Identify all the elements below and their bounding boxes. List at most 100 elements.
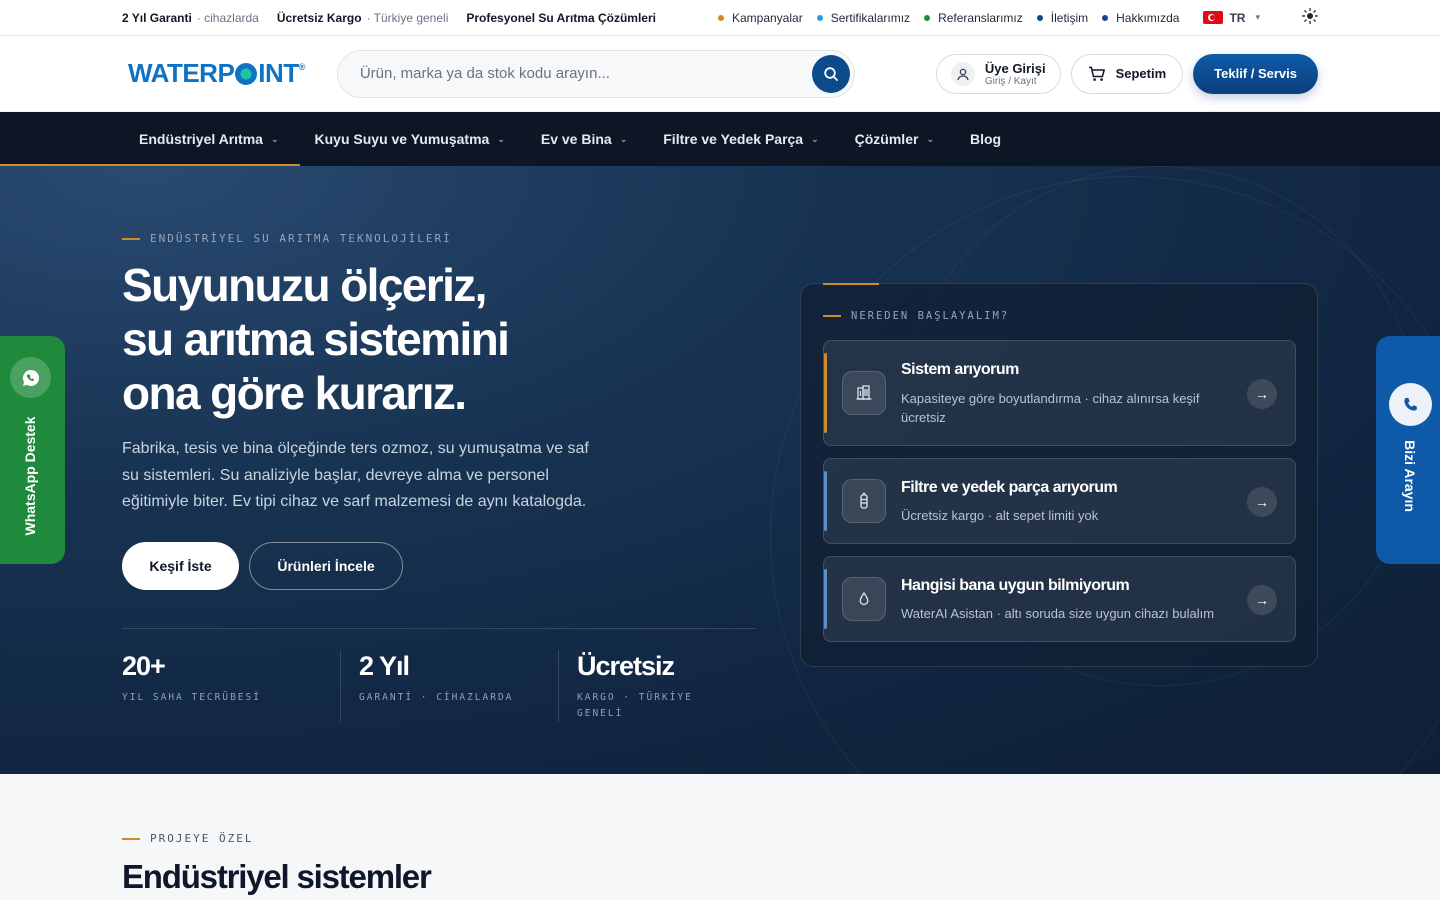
stat-label: KARGO · TÜRKİYE GENELİ (577, 692, 693, 719)
nav-label: Çözümler (854, 131, 919, 147)
language-selector[interactable]: TR ▾ (1193, 11, 1260, 25)
chevron-down-icon: ⌄ (811, 133, 819, 144)
language-code: TR (1229, 10, 1246, 25)
section-eyebrow-text: PROJEYE ÖZEL (150, 832, 254, 845)
search-input[interactable] (359, 65, 812, 82)
hero-title: Suyunuzu ölçeriz, su arıtma sistemini on… (122, 258, 510, 420)
topbar-tagline: Profesyonel Su Arıtma Çözümleri (466, 10, 656, 25)
link-references[interactable]: Referanslarımız (924, 11, 1023, 25)
turkey-flag-icon (1203, 11, 1224, 24)
search-button[interactable] (811, 54, 850, 93)
option-title: Filtre ve yedek parça arıyorum (901, 479, 1118, 496)
where-to-start-panel: NEREDEN BAŞLAYALIM? Sistem arıyorum Kapa… (800, 283, 1318, 667)
eyebrow-bar (823, 315, 841, 317)
stat-value: 20+ (122, 651, 166, 681)
hero-title-line: Suyunuzu ölçeriz, (122, 259, 487, 311)
search-box (336, 49, 855, 98)
chevron-down-icon: ⌄ (497, 133, 505, 144)
chevron-down-icon: ⌄ (619, 133, 628, 144)
link-certificates[interactable]: Sertifikalarımız (816, 11, 910, 25)
section-title: Endüstriyel sistemler (122, 858, 432, 895)
water-drop-icon (842, 577, 886, 621)
topbar-shipping: Ücretsiz Kargo (276, 10, 362, 25)
building-icon (842, 371, 886, 415)
stat-shipping: Ücretsiz KARGO · TÜRKİYE GENELİ (558, 650, 776, 722)
arrow-right-icon: → (1247, 487, 1277, 517)
panel-accent-line (823, 283, 879, 285)
quote-service-button[interactable]: Teklif / Servis (1193, 53, 1318, 94)
nav-home-building[interactable]: Ev ve Bina ⌄ (541, 131, 627, 147)
topbar-warranty: 2 Yıl Garanti (122, 10, 192, 25)
option-subtitle: WaterAI Asistan · altı soruda size uygun… (901, 606, 1215, 621)
hero-eyebrow-text: ENDÜSTRİYEL SU ARITMA TEKNOLOJİLERİ (150, 232, 452, 245)
option-system[interactable]: Sistem arıyorum Kapasiteye göre boyutlan… (823, 340, 1296, 446)
chevron-down-icon: ⌄ (926, 133, 934, 144)
nav-industrial-treatment[interactable]: Endüstriyel Arıtma ⌄ (139, 131, 279, 147)
search-icon (824, 66, 838, 81)
cart-button[interactable]: Sepetim (1070, 53, 1184, 94)
call-us-tab[interactable]: Bizi Arayın (1376, 336, 1440, 564)
chevron-down-icon: ⌄ (270, 133, 279, 144)
option-accent (824, 471, 827, 531)
whatsapp-support-tab[interactable]: WhatsApp Destek (0, 336, 65, 564)
call-label: Bizi Arayın (1402, 440, 1418, 512)
nav-solutions[interactable]: Çözümler ⌄ (855, 131, 934, 147)
top-info-bar: 2 Yıl Garanti · cihazlarda Ücretsiz Karg… (0, 0, 1440, 36)
stat-warranty: 2 Yıl GARANTİ · CİHAZLARDA (340, 650, 558, 722)
nav-label: Filtre ve Yedek Parça (663, 131, 804, 147)
request-survey-button[interactable]: Keşif İste (122, 542, 239, 590)
theme-toggle-sun-icon[interactable] (1302, 8, 1318, 27)
dot-icon (924, 14, 931, 21)
stat-value: 2 Yıl (359, 651, 410, 681)
cart-label: Sepetim (1115, 66, 1167, 81)
cart-icon (1088, 66, 1105, 81)
link-label: Hakkımızda (1116, 10, 1180, 25)
dot-icon (816, 14, 823, 21)
arrow-right-icon: → (1247, 585, 1277, 615)
link-campaigns[interactable]: Kampanyalar (717, 10, 803, 25)
registered-mark: ® (298, 61, 306, 72)
topbar-warranty-note: · cihazlarda (196, 10, 259, 25)
option-title: Hangisi bana uygun bilmiyorum (901, 577, 1130, 594)
option-not-sure[interactable]: Hangisi bana uygun bilmiyorum WaterAI As… (823, 556, 1296, 642)
top-info-left: 2 Yıl Garanti · cihazlarda Ücretsiz Karg… (122, 11, 656, 25)
option-filters[interactable]: Filtre ve yedek parça arıyorum Ücretsiz … (823, 458, 1296, 544)
nav-blog[interactable]: Blog (970, 131, 1001, 147)
nav-label: Blog (969, 131, 1002, 147)
option-title: Sistem arıyorum (901, 361, 1019, 378)
hero-stats: 20+ YIL SAHA TECRÜBESİ 2 Yıl GARANTİ · C… (122, 650, 776, 722)
link-label: Kampanyalar (731, 10, 803, 25)
industrial-systems-section: PROJEYE ÖZEL Endüstriyel sistemler (0, 774, 1440, 900)
hero-title-line: su arıtma sistemini (122, 313, 510, 365)
nav-well-water[interactable]: Kuyu Suyu ve Yumuşatma ⌄ (315, 131, 505, 147)
login-button[interactable]: Üye Girişi Giriş / Kayıt (935, 53, 1061, 94)
topbar-shipping-note: · Türkiye geneli (366, 10, 449, 25)
link-label: İletişim (1050, 10, 1089, 25)
link-contact[interactable]: İletişim (1036, 10, 1089, 25)
hero-divider (122, 628, 756, 629)
main-header: WATERP INT ® Üye Girişi Giriş / Kayıt Se… (0, 36, 1440, 112)
link-about[interactable]: Hakkımızda (1102, 11, 1179, 25)
user-icon (950, 61, 975, 86)
nav-label: Ev ve Bina (540, 131, 612, 147)
panel-eyebrow: NEREDEN BAŞLAYALIM? (823, 310, 1009, 322)
panel-eyebrow-text: NEREDEN BAŞLAYALIM? (851, 310, 1010, 322)
arrow-right-icon: → (1247, 379, 1277, 409)
login-subtitle: Giriş / Kayıt (984, 75, 1037, 87)
whatsapp-icon (10, 357, 51, 398)
dot-icon (717, 14, 724, 21)
nav-filters-parts[interactable]: Filtre ve Yedek Parça ⌄ (663, 131, 818, 147)
eyebrow-bar (122, 237, 140, 240)
section-eyebrow: PROJEYE ÖZEL (122, 832, 253, 845)
option-accent (824, 353, 827, 433)
option-subtitle: Ücretsiz kargo · alt sepet limiti yok (901, 508, 1099, 523)
eyebrow-bar (122, 837, 140, 840)
stat-label: GARANTİ · CİHAZLARDA (359, 692, 514, 703)
dot-icon (1102, 14, 1109, 21)
waterpoint-logo[interactable]: WATERP INT ® (128, 58, 305, 89)
hero-description: Fabrika, tesis ve bina ölçeğinde ters oz… (122, 440, 589, 510)
hero-title-line: ona göre kurarız. (122, 367, 467, 419)
stat-experience: 20+ YIL SAHA TECRÜBESİ (122, 650, 340, 722)
browse-products-button[interactable]: Ürünleri İncele (249, 542, 403, 590)
whatsapp-label: WhatsApp Destek (22, 416, 38, 536)
